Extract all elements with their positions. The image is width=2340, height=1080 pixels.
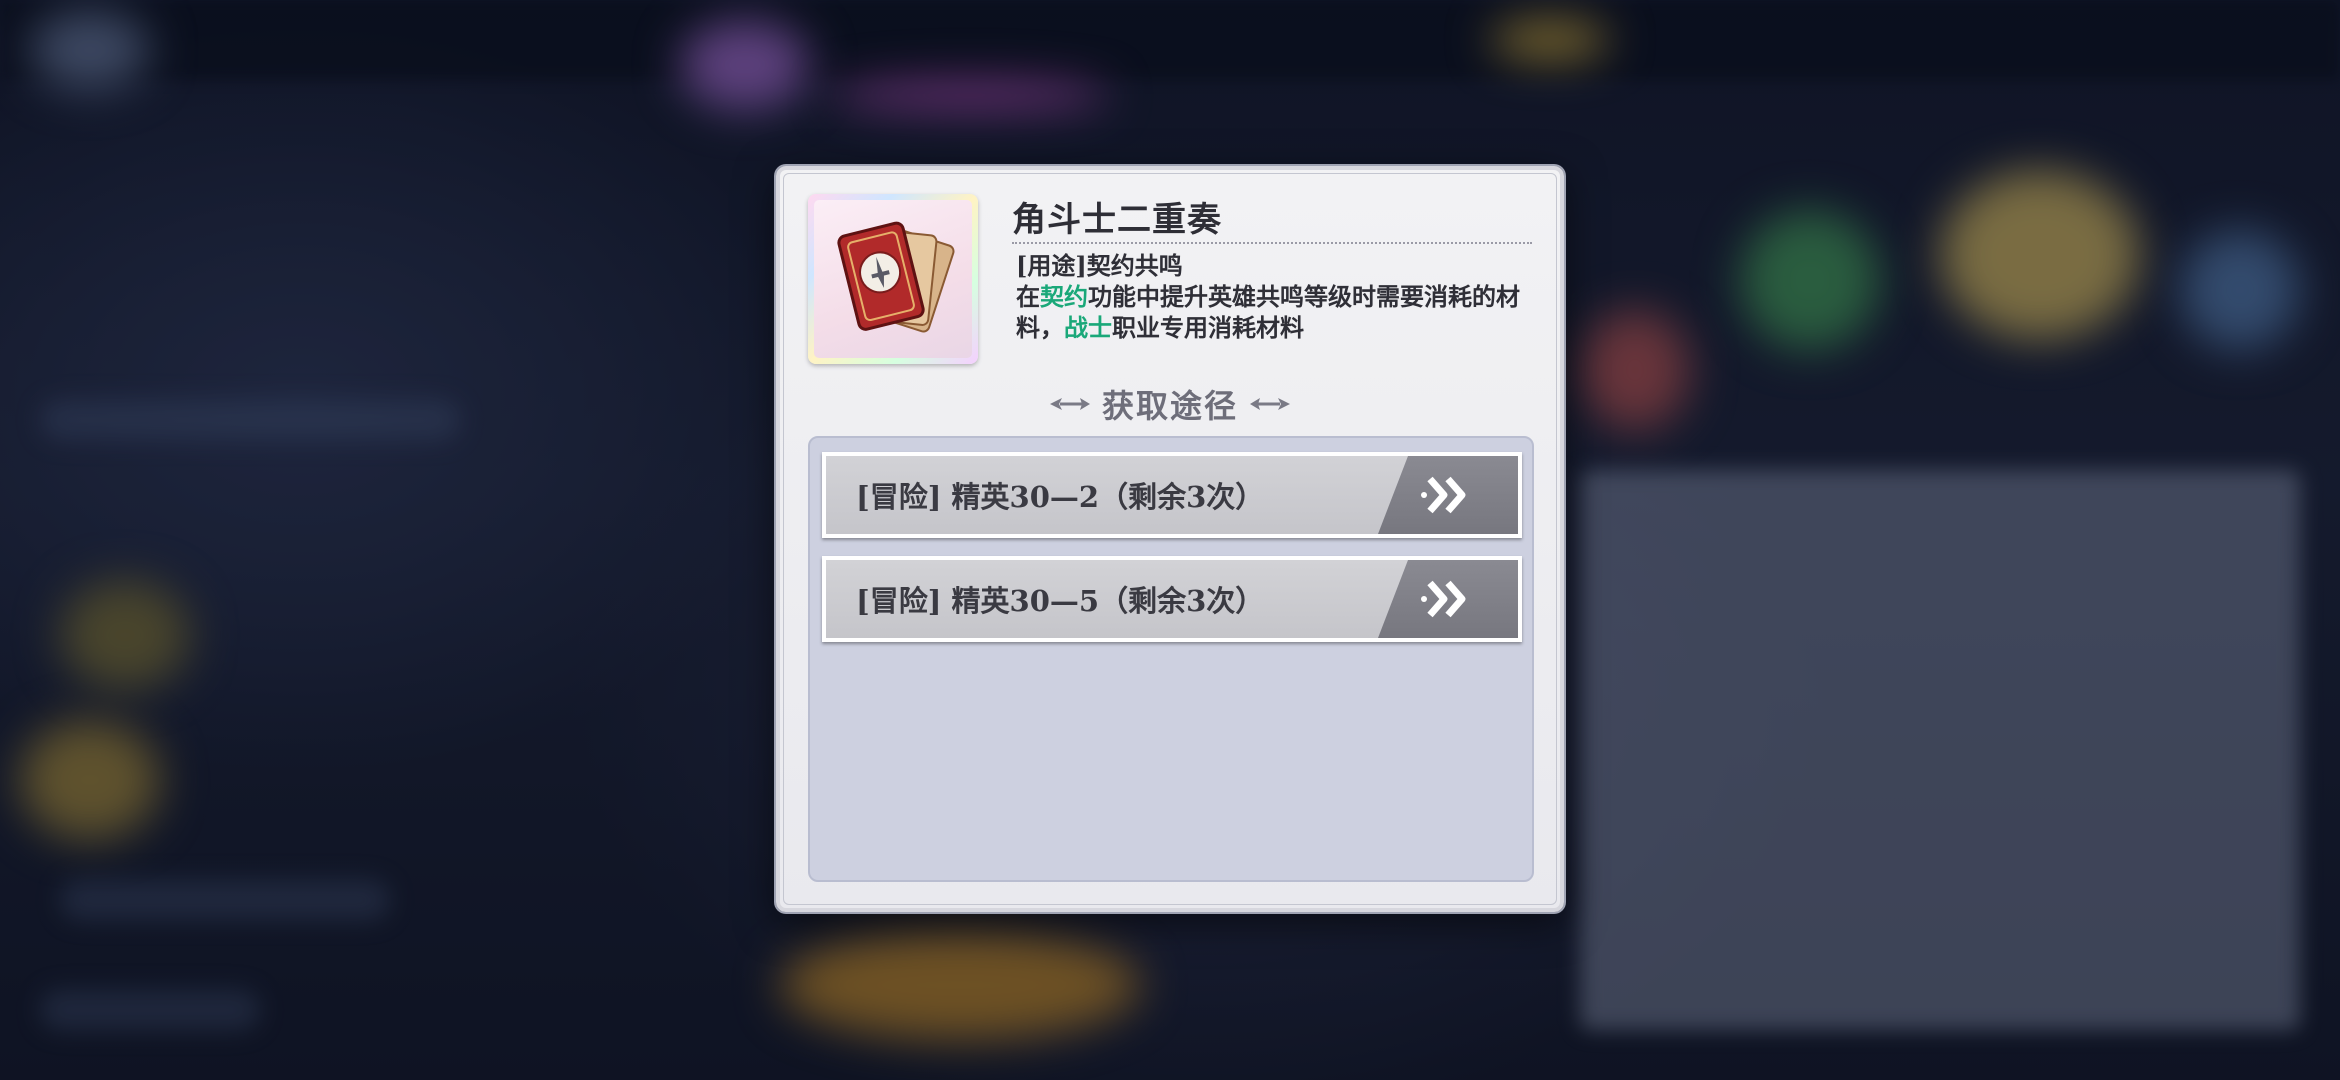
title-divider <box>1012 242 1532 244</box>
route-label: [冒险] 精英30—5（剩余3次） <box>856 584 1265 618</box>
double-chevron-right-icon <box>1421 580 1466 618</box>
route-button-elite-30-2[interactable]: [冒险] 精英30—2（剩余3次） <box>822 452 1522 538</box>
item-description: [用途]契约共鸣 在契约功能中提升英雄共鸣等级时需要消耗的材料，战士职业专用消耗… <box>1016 250 1536 343</box>
item-effect-text: 在契约功能中提升英雄共鸣等级时需要消耗的材料，战士职业专用消耗材料 <box>1016 281 1536 343</box>
item-detail-dialog: 角斗士二重奏 [用途]契约共鸣 在契约功能中提升英雄共鸣等级时需要消耗的材料，战… <box>776 166 1564 912</box>
route-button-body: [冒险] 精英30—2（剩余3次） <box>826 456 1518 534</box>
desc-highlight-warrior: 战士 <box>1064 313 1112 342</box>
goto-arrow <box>1378 456 1518 534</box>
acquire-route-list: [冒险] 精英30—2（剩余3次） [冒险] 精英30—5（剩余3次） <box>808 436 1534 882</box>
double-chevron-right-icon <box>1421 476 1466 514</box>
route-button-body: [冒险] 精英30—5（剩余3次） <box>826 560 1518 638</box>
acquire-header: 获取途径 <box>780 382 1560 426</box>
acquire-title: 获取途径 <box>1101 387 1238 425</box>
desc-text: 职业专用消耗材料 <box>1112 313 1304 342</box>
item-usage: [用途]契约共鸣 <box>1016 251 1183 280</box>
route-label: [冒险] 精英30—2（剩余3次） <box>856 480 1265 514</box>
desc-highlight-contract: 契约 <box>1040 282 1088 311</box>
item-icon-frame <box>808 194 978 364</box>
route-button-elite-30-5[interactable]: [冒险] 精英30—5（剩余3次） <box>822 556 1522 642</box>
right-ornament-icon <box>1250 398 1290 410</box>
goto-arrow <box>1378 560 1518 638</box>
left-ornament-icon <box>1049 398 1090 410</box>
item-name: 角斗士二重奏 <box>1012 200 1222 240</box>
desc-text: 在 <box>1016 282 1040 311</box>
gladiator-card-icon <box>814 200 972 358</box>
